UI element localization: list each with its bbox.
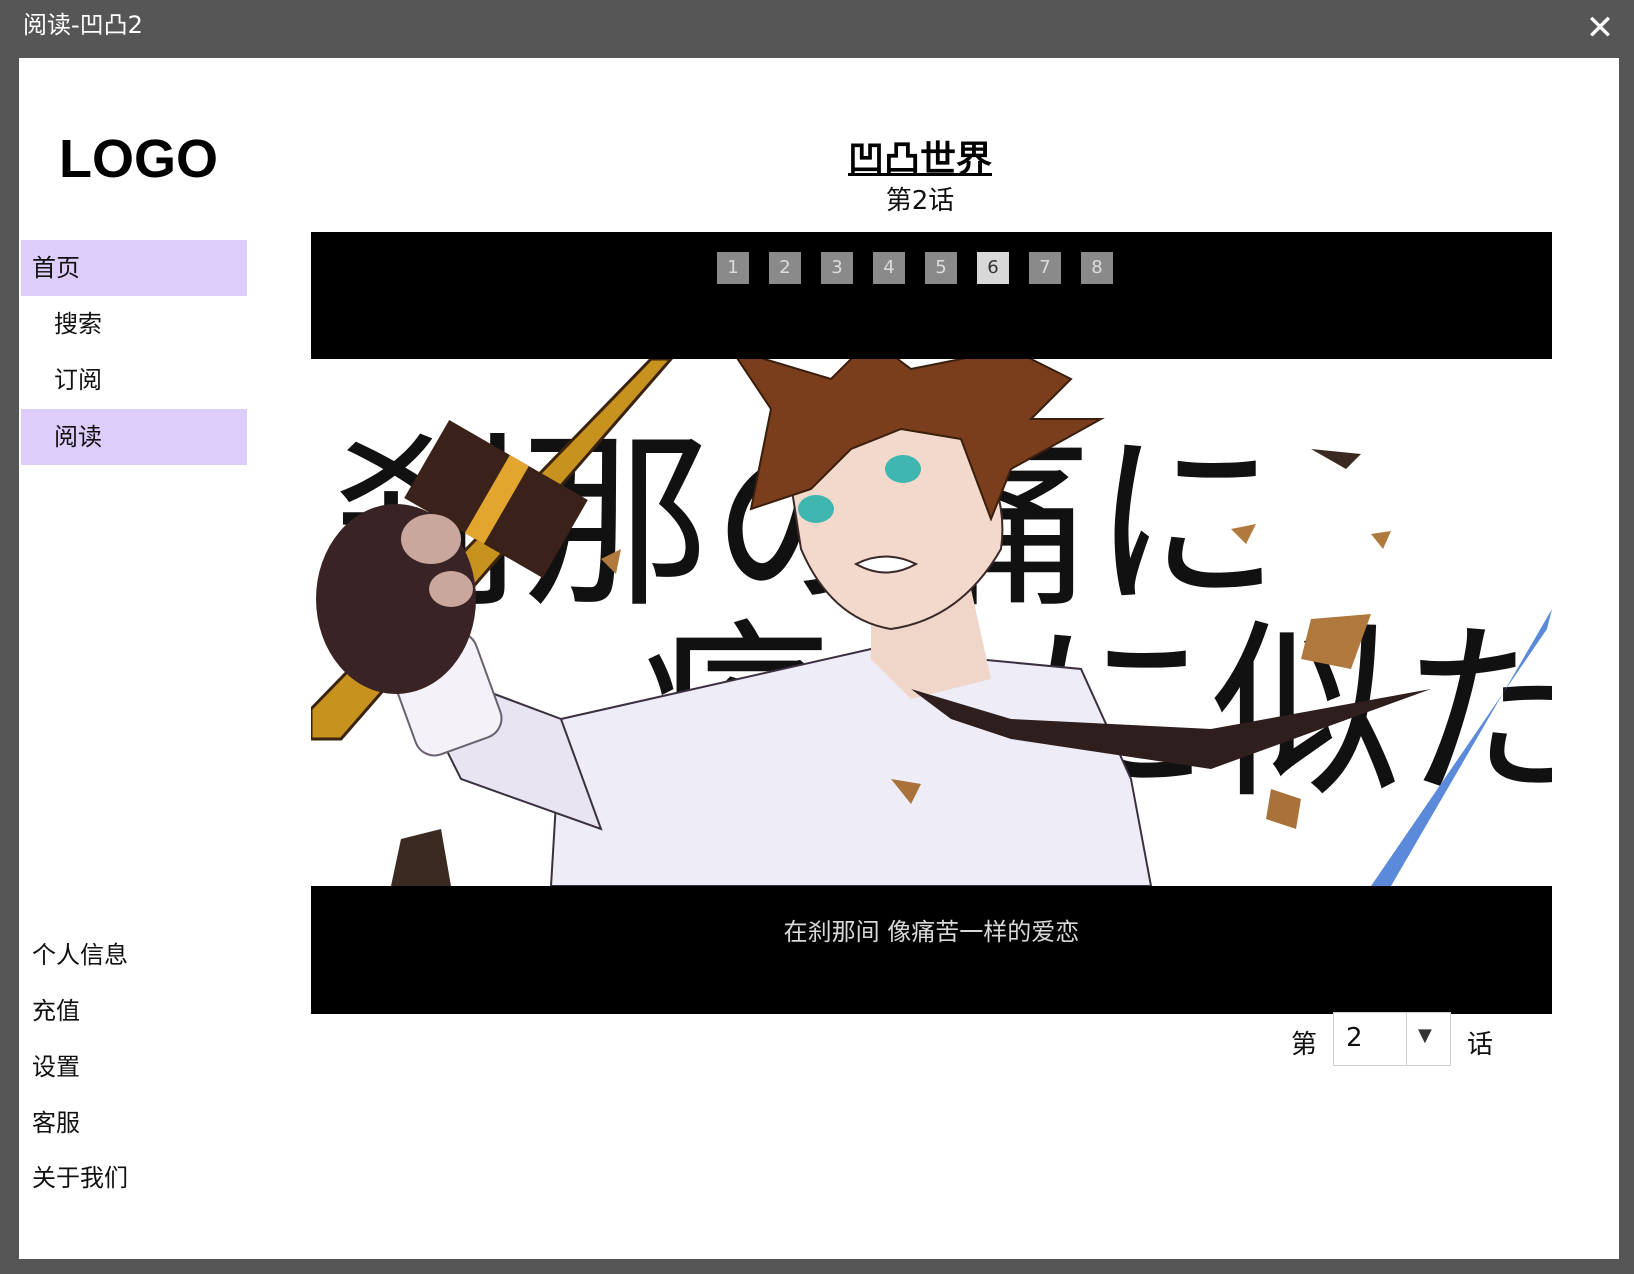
comic-title: 凹凸世界 [847, 139, 992, 180]
comic-illustration: 刹那の痛に 痛みに似た [311, 359, 1552, 886]
chapter-subtitle: 第2话 [885, 186, 955, 216]
comic-page-image: 刹那の痛に 痛みに似た [311, 359, 1552, 886]
sidebar-item-label: 阅读 [54, 423, 102, 451]
window-titlebar: 阅读-凹凸2 ✕ [0, 0, 1634, 58]
right-eye [885, 455, 921, 483]
comic-viewer: 1 2 3 4 5 6 7 8 刹那の痛に 痛みに似た [311, 232, 1552, 1014]
debris [391, 829, 451, 886]
sidebar-item-about[interactable]: 关于我们 [32, 1163, 128, 1193]
chapter-select-suffix: 话 [1467, 1030, 1494, 1060]
dropdown-divider [1406, 1013, 1407, 1065]
sidebar-item-profile[interactable]: 个人信息 [32, 940, 128, 970]
left-eye [798, 495, 834, 523]
debris [1311, 449, 1361, 469]
close-icon[interactable]: ✕ [1582, 10, 1618, 46]
page-pagination: 1 2 3 4 5 6 7 8 [311, 252, 1552, 286]
sidebar-item-support[interactable]: 客服 [32, 1108, 80, 1138]
sidebar-item-home[interactable]: 首页 [21, 240, 247, 296]
sidebar-item-recharge[interactable]: 充值 [32, 996, 80, 1026]
chapter-dropdown[interactable]: 2 ▼ [1333, 1012, 1451, 1066]
page-button[interactable]: 2 [769, 252, 801, 284]
page-button[interactable]: 4 [873, 252, 905, 284]
page-button-current[interactable]: 6 [977, 252, 1009, 284]
page-button[interactable]: 5 [925, 252, 957, 284]
chapter-select-prefix: 第 [1291, 1030, 1318, 1060]
knuckle [429, 571, 473, 607]
chevron-down-icon[interactable]: ▼ [1418, 1025, 1432, 1046]
sidebar-item-search[interactable]: 搜索 [21, 296, 247, 352]
page-caption: 在刹那间 像痛苦一样的爱恋 [783, 918, 1080, 946]
app-window-body: LOGO 首页 搜索 订阅 阅读 个人信息 充值 设置 客服 关于我们 凹凸世界… [19, 58, 1619, 1259]
logo: LOGO [59, 129, 218, 189]
knuckle [401, 514, 461, 564]
page-button[interactable]: 1 [717, 252, 749, 284]
sidebar-item-settings[interactable]: 设置 [32, 1052, 80, 1082]
window-title: 阅读-凹凸2 [23, 11, 143, 39]
sidebar-item-subscribe[interactable]: 订阅 [21, 352, 247, 408]
page-button[interactable]: 3 [821, 252, 853, 284]
sidebar-item-label: 订阅 [54, 366, 102, 394]
chapter-dropdown-value: 2 [1346, 1023, 1363, 1053]
sidebar-item-label: 首页 [32, 254, 80, 282]
sidebar-item-label: 搜索 [54, 310, 102, 338]
debris [1371, 531, 1391, 549]
page-button[interactable]: 7 [1029, 252, 1061, 284]
page-button[interactable]: 8 [1081, 252, 1113, 284]
sidebar-item-read[interactable]: 阅读 [21, 409, 247, 465]
